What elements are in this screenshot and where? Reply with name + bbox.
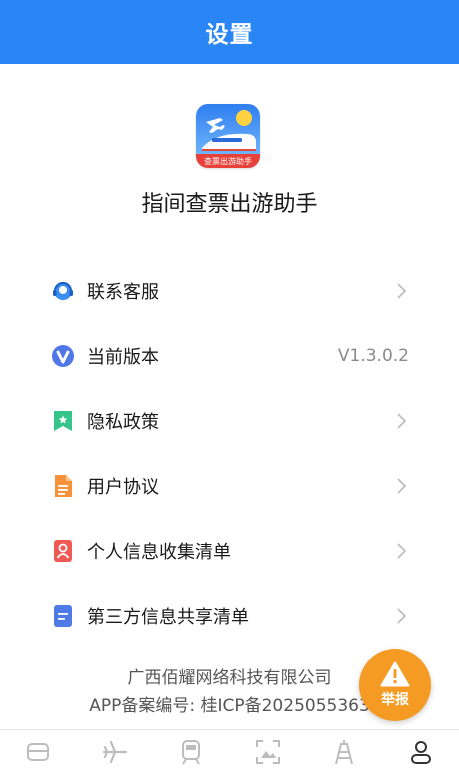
plane-icon	[102, 740, 127, 764]
chevron-right-icon	[397, 412, 407, 429]
version-value: V1.3.0.2	[337, 345, 409, 366]
menu-item-customer-service[interactable]: 联系客服	[0, 258, 459, 323]
menu-item-label: 第三方信息共享清单	[87, 606, 249, 628]
warning-icon	[380, 661, 410, 687]
settings-menu: 联系客服 当前版本 V1.3.0.2 隐私政策 用户协议 个人信息收集清单 第三…	[0, 258, 459, 648]
personal-info-icon	[51, 539, 75, 563]
report-label: 举报	[381, 692, 409, 708]
customer-service-icon	[51, 279, 75, 303]
agreement-icon	[51, 474, 75, 498]
menu-item-privacy-policy[interactable]: 隐私政策	[0, 388, 459, 453]
chevron-right-icon	[397, 477, 407, 494]
privacy-icon	[51, 409, 75, 433]
menu-item-personal-info-list[interactable]: 个人信息收集清单	[0, 518, 459, 583]
menu-item-third-party-sharing[interactable]: 第三方信息共享清单	[0, 583, 459, 648]
menu-item-user-agreement[interactable]: 用户协议	[0, 453, 459, 518]
app-icon-caption: 查票出游助手	[204, 156, 252, 166]
ticket-icon	[27, 743, 50, 761]
tower-icon	[335, 740, 354, 765]
third-party-icon	[51, 604, 75, 628]
tab-train[interactable]	[171, 732, 211, 772]
menu-item-label: 隐私政策	[87, 411, 159, 433]
tab-flight[interactable]	[95, 732, 135, 772]
menu-item-label: 当前版本	[87, 346, 159, 368]
report-button[interactable]: 举报	[359, 649, 431, 721]
menu-item-label: 用户协议	[87, 476, 159, 498]
tab-profile[interactable]	[401, 732, 441, 772]
page-header: 设置	[0, 0, 459, 64]
train-icon	[182, 740, 201, 765]
bottom-tab-bar	[0, 729, 459, 774]
chevron-right-icon	[397, 542, 407, 559]
chevron-right-icon	[397, 607, 407, 624]
tab-ticket[interactable]	[18, 732, 58, 772]
app-name: 指间查票出游助手	[141, 192, 318, 217]
menu-item-label: 联系客服	[87, 281, 159, 303]
version-icon	[51, 344, 75, 368]
menu-item-version[interactable]: 当前版本 V1.3.0.2	[0, 323, 459, 388]
tab-landmark[interactable]	[324, 732, 364, 772]
user-icon	[410, 741, 431, 764]
tab-scenery[interactable]	[248, 732, 288, 772]
chevron-right-icon	[397, 282, 407, 299]
menu-item-label: 个人信息收集清单	[87, 541, 231, 563]
app-logo: 查票出游助手	[196, 104, 260, 168]
scenery-icon	[255, 740, 280, 764]
page-title: 设置	[205, 22, 254, 48]
